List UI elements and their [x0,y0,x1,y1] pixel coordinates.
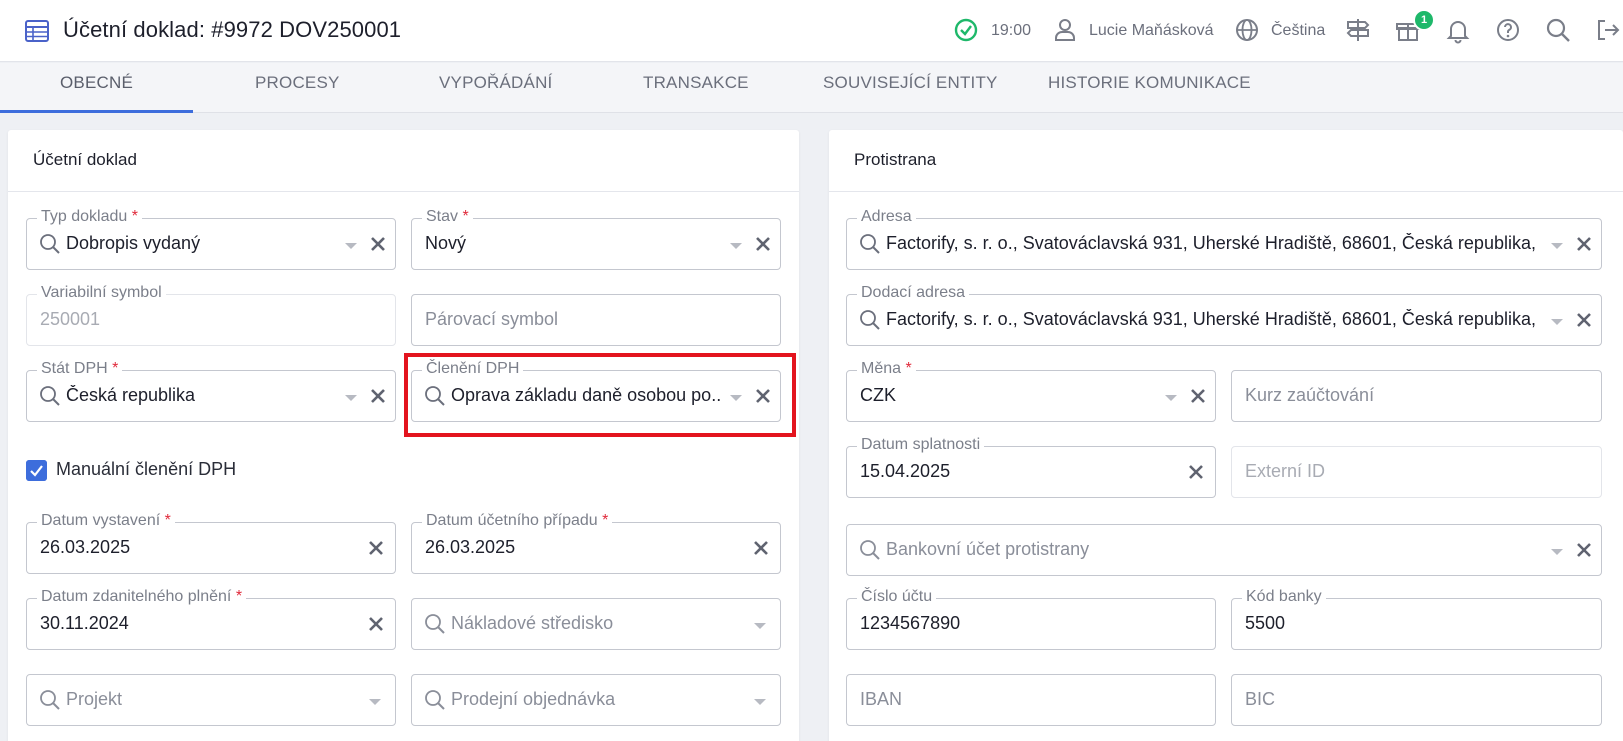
chevron-down-icon[interactable] [345,395,357,401]
panel-title: Protistrana [854,150,937,169]
signpost-icon[interactable] [1344,16,1372,44]
close-icon[interactable] [369,235,387,253]
user-name[interactable]: Lucie Maňásková [1089,18,1214,44]
iban-input[interactable]: IBAN [846,674,1216,726]
sales-order-select[interactable]: Prodejní objednávka [411,674,781,726]
pairing-symbol-input[interactable]: Párovací symbol [411,294,781,346]
close-icon[interactable] [1575,235,1593,253]
field-value: 30.11.2024 [40,613,129,633]
tab-procesy[interactable]: PROCESY [255,73,340,97]
currency-select[interactable]: Měna * CZK [846,358,1216,422]
field-value: 26.03.2025 [40,537,131,557]
active-tab-indicator [0,110,193,113]
vat-country-select[interactable]: Stát DPH * Česká republika [26,358,396,422]
bic-input[interactable]: BIC [1231,674,1602,726]
tab-transakce[interactable]: TRANSAKCE [643,73,749,97]
issue-date-field[interactable]: Datum vystavení * 26.03.2025 [26,510,396,574]
chevron-down-icon[interactable] [730,243,742,249]
field-value: 26.03.2025 [425,537,516,557]
logout-icon[interactable] [1594,16,1622,44]
chevron-down-icon[interactable] [1165,395,1177,401]
tab-obecne[interactable]: OBECNÉ [60,73,133,97]
due-date-field[interactable]: Datum splatnosti 15.04.2025 [846,434,1216,498]
search-icon[interactable] [1544,16,1572,44]
project-select[interactable]: Projekt [26,674,396,726]
counterparty-bank-account-select[interactable]: Bankovní účet protistrany [846,524,1602,576]
tab-bar: OBECNÉ PROCESY VYPOŘÁDÁNÍ TRANSAKCE SOUV… [0,63,1623,113]
search-icon [40,234,60,254]
close-icon[interactable] [367,539,385,557]
field-value: 250001 [40,309,101,329]
document-type-select[interactable]: Typ dokladu * Dobropis vydaný [26,206,396,270]
close-icon[interactable] [752,539,770,557]
table-icon [25,20,49,42]
cost-center-select[interactable]: Nákladové středisko [411,598,781,650]
chevron-down-icon[interactable] [369,699,381,705]
close-icon[interactable] [1575,311,1593,329]
manual-vat-checkbox[interactable] [26,460,47,481]
search-icon [860,310,880,330]
tab-historie-komunikace[interactable]: HISTORIE KOMUNIKACE [1048,73,1251,97]
highlight-box [404,353,796,437]
chevron-down-icon[interactable] [1551,243,1563,249]
search-icon [860,540,880,560]
field-value: 1234567890 [860,613,961,633]
account-number-input[interactable]: Číslo účtu 1234567890 [846,586,1216,650]
close-icon[interactable] [367,615,385,633]
field-value: CZK [860,385,896,405]
globe-icon[interactable] [1233,16,1261,44]
app-header: Účetní doklad: #9972 DOV250001 19:00 Luc… [0,0,1623,62]
search-icon [425,690,445,710]
close-icon[interactable] [754,235,772,253]
search-icon [40,690,60,710]
language-label[interactable]: Čeština [1271,18,1325,44]
chevron-down-icon[interactable] [1551,319,1563,325]
exchange-rate-input[interactable]: Kurz zaúčtování [1231,370,1602,422]
divider [8,191,799,192]
page-title: Účetní doklad: #9972 DOV250001 [63,17,402,42]
field-value: 15.04.2025 [860,461,951,481]
chevron-down-icon[interactable] [345,243,357,249]
field-value: Česká republika [66,385,196,405]
bank-code-input[interactable]: Kód banky 5500 [1231,586,1602,650]
field-value: Nový [425,233,467,253]
help-icon[interactable] [1494,16,1522,44]
field-value: 5500 [1245,613,1286,633]
tab-souvisejici-entity[interactable]: SOUVISEJÍCÍ ENTITY [823,73,998,97]
search-icon [860,234,880,254]
field-value: Factorify, s. r. o., Svatováclavská 931,… [886,309,1542,329]
search-icon [425,614,445,634]
chevron-down-icon[interactable] [754,699,766,705]
close-icon[interactable] [369,387,387,405]
bell-icon[interactable] [1444,16,1472,44]
field-value: Dobropis vydaný [66,233,201,253]
close-icon[interactable] [1187,463,1205,481]
user-icon[interactable] [1051,16,1079,44]
close-icon[interactable] [1189,387,1207,405]
checkbox-label[interactable]: Manuální členění DPH [56,459,236,480]
chevron-down-icon[interactable] [1551,549,1563,555]
field-value: Factorify, s. r. o., Svatováclavská 931,… [886,233,1542,253]
search-icon [40,386,60,406]
notification-badge: 1 [1413,9,1435,31]
tab-vyporadani[interactable]: VYPOŘÁDÁNÍ [439,73,552,97]
address-select[interactable]: Adresa Factorify, s. r. o., Svatováclavs… [846,206,1602,270]
panel-title: Účetní doklad [33,150,137,169]
taxable-supply-date-field[interactable]: Datum zdanitelného plnění * 30.11.2024 [26,586,396,650]
external-id-field: Externí ID [1231,446,1602,498]
divider [829,191,1623,192]
check-circle-icon [954,18,978,42]
delivery-address-select[interactable]: Dodací adresa Factorify, s. r. o., Svato… [846,282,1602,346]
accounting-date-field[interactable]: Datum účetního případu * 26.03.2025 [411,510,781,574]
close-icon[interactable] [1575,541,1593,559]
status-select[interactable]: Stav * Nový [411,206,781,270]
time-label: 19:00 [991,22,1032,39]
chevron-down-icon[interactable] [754,623,766,629]
variable-symbol-field: Variabilní symbol 250001 [26,282,396,346]
